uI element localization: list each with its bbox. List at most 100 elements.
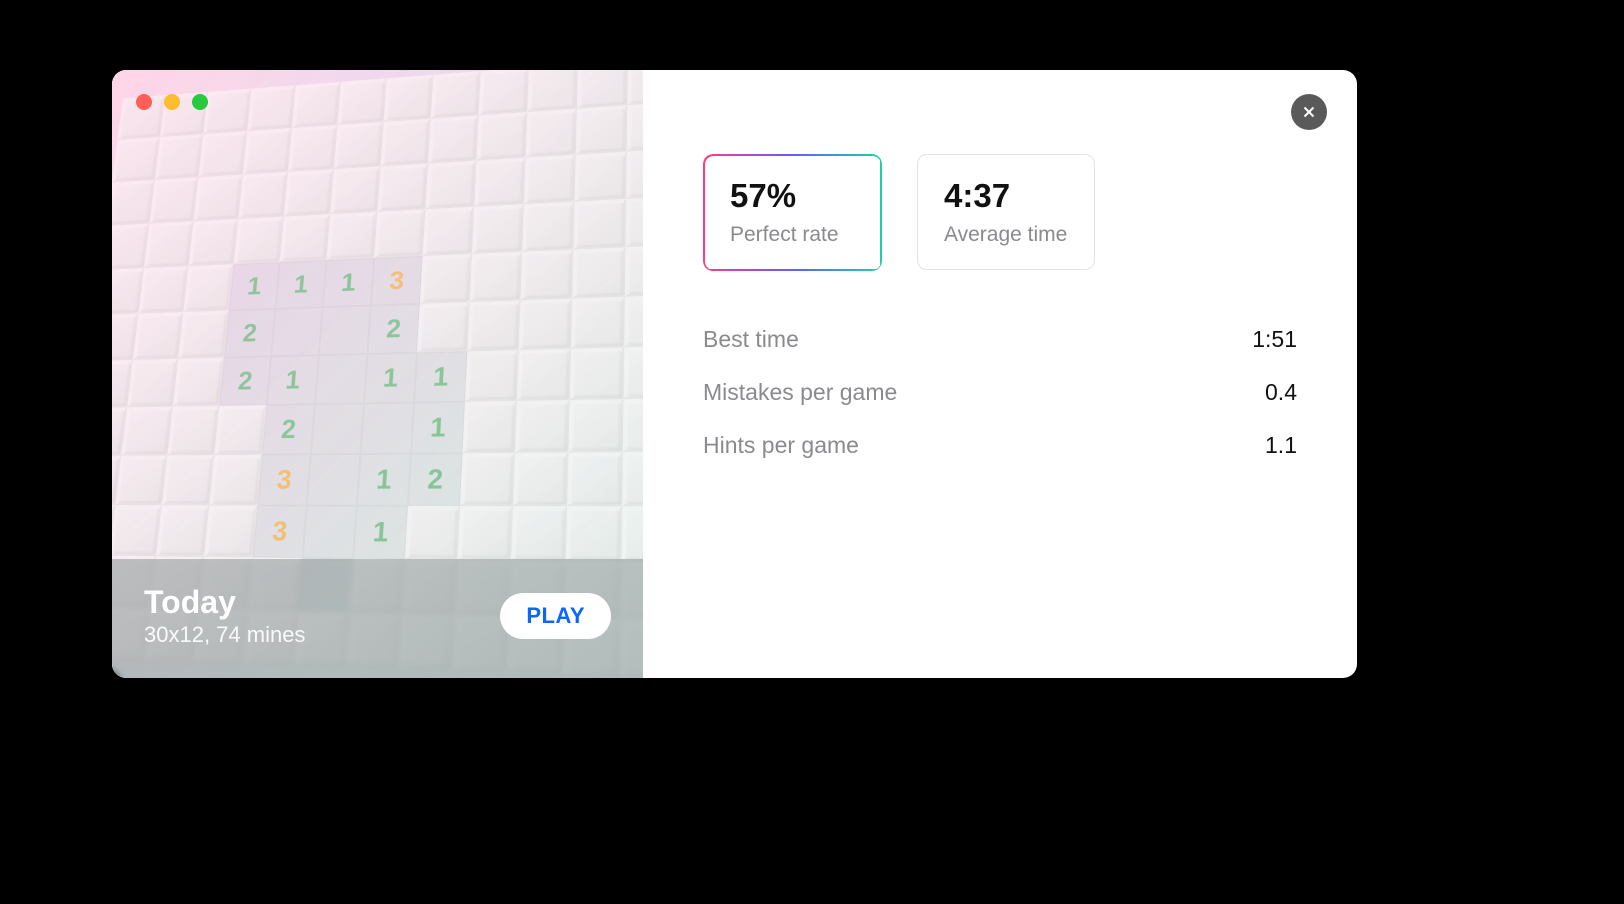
board-cell [570,347,625,400]
board-cell [513,452,568,506]
board-cell [247,85,296,131]
board-cell [384,75,434,122]
board-cell [162,455,215,505]
board-cell [315,354,368,404]
board-cell [476,112,527,161]
stat-card-value: 57% [730,177,854,215]
board-cell [234,217,284,265]
board-cell [112,505,162,556]
game-subtitle: 30x12, 74 mines [144,622,305,648]
stat-card-label: Average time [944,223,1068,247]
board-cell [517,349,571,401]
play-button[interactable]: PLAY [500,593,611,639]
board-cell [112,180,155,226]
board-cell [526,109,577,158]
stat-card-label: Perfect rate [730,223,854,247]
board-cell [623,398,643,452]
board-cell: 2 [219,356,271,405]
stat-row: Hints per game1.1 [703,432,1297,459]
window-zoom-dot[interactable] [192,94,208,110]
board-cell: 1 [275,260,326,309]
board-cell [522,202,574,252]
board-cell [431,71,481,119]
app-window: 11132221112131231 Today 30x12, 74 mines … [112,70,1357,678]
board-cell [319,305,371,355]
board-cell [405,506,460,560]
board-cell [470,252,523,302]
board-cell [374,209,425,258]
stat-value: 1:51 [1252,326,1297,353]
game-footer: Today 30x12, 74 mines PLAY [112,559,643,678]
board-cell: 2 [262,404,315,454]
board-cell [243,128,292,175]
window-minimize-dot[interactable] [164,94,180,110]
board-cell [625,245,643,297]
board-cell [511,506,567,561]
board-cell: 1 [323,258,374,307]
board-cell [417,302,470,353]
window-close-dot[interactable] [136,94,152,110]
stat-row: Best time1:51 [703,326,1297,353]
board-cell [423,207,475,256]
board-cell: 3 [371,256,423,305]
board-cell [520,250,573,301]
board-cell: 1 [357,454,411,506]
board-cell [121,407,173,456]
board-cell [566,506,622,562]
board-cell [127,359,178,408]
board-cell: 1 [267,355,319,405]
board-cell [572,247,625,298]
board-cell [577,70,628,109]
stats-panel: 57% Perfect rate 4:37Average time Best tim… [643,70,1357,678]
board-cell [155,134,203,180]
board-cell: 3 [253,505,307,558]
close-icon [1300,103,1318,121]
board-cell [627,102,643,152]
board-cell [188,219,238,266]
board-cell [467,300,520,351]
stat-label: Mistakes per game [703,379,897,406]
board-cell [622,452,643,507]
board-cell [567,452,623,506]
stat-row: Mistakes per game 0.4 [703,379,1297,406]
window-traffic-lights [136,94,208,110]
board-cell [624,346,643,399]
board-cell [288,125,337,172]
board-cell [193,175,242,222]
board-cell: 3 [258,454,311,505]
board-cell [576,105,628,154]
board-cell [330,166,380,214]
board-cell [167,406,219,456]
board-cell [214,405,266,455]
board-cell [112,137,160,182]
board-cell [462,401,516,453]
game-preview-panel: 11132221112131231 Today 30x12, 74 mines … [112,70,643,678]
board-cell [138,266,188,313]
board-cell [474,158,525,207]
board-cell [377,163,428,211]
board-cell: 1 [414,351,467,402]
board-cell [626,148,643,198]
board-cell: 2 [367,304,419,354]
stat-value: 1.1 [1265,432,1297,459]
board-cell [571,297,625,349]
board-cell [238,172,288,219]
board-cell [381,119,431,167]
board-cell [133,312,184,360]
board-cell [457,506,513,561]
board-cell [428,115,479,163]
board-cell: 1 [353,506,408,560]
stat-card-0[interactable]: 57% Perfect rate [703,154,881,270]
board-cell [627,70,643,105]
close-button[interactable] [1291,94,1327,130]
stat-card-1[interactable]: 4:37Average time [917,154,1095,270]
board-cell: 2 [224,309,275,358]
board-cell [568,399,623,452]
board-cell: 2 [408,453,463,506]
stat-value: 0.4 [1265,379,1297,406]
board-cell [465,350,519,402]
board-cell [420,254,472,304]
board-cell [519,299,573,350]
board-cell: 1 [364,353,417,404]
board-cell [515,400,570,453]
